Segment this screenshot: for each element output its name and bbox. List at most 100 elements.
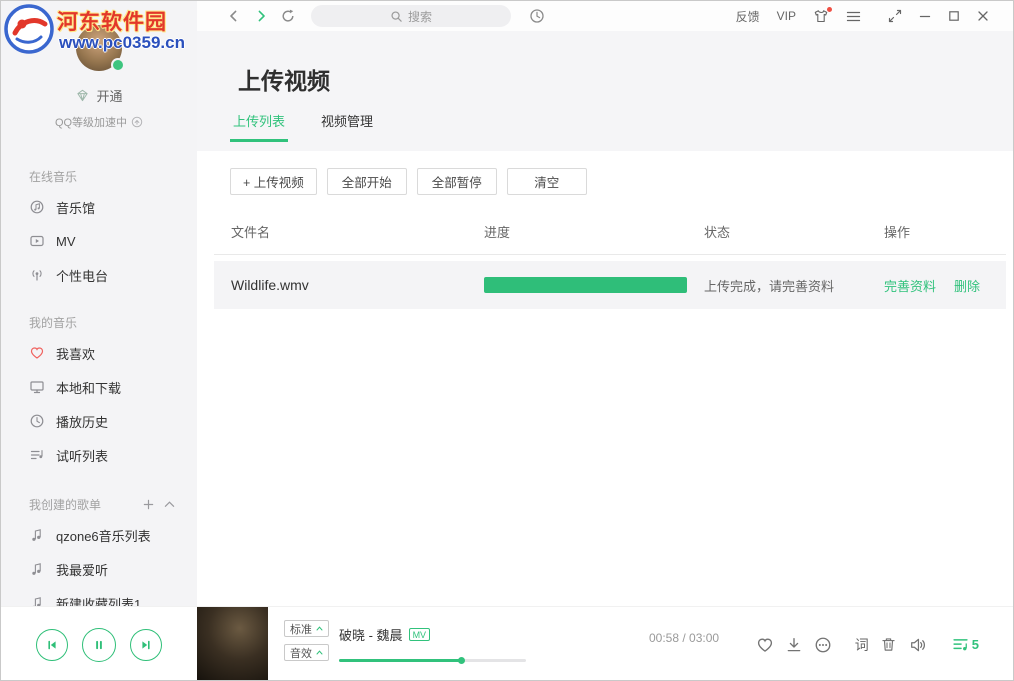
favorite-button[interactable] <box>756 636 774 654</box>
volume-button[interactable] <box>909 636 927 654</box>
upload-progress-bar <box>484 277 687 293</box>
mini-mode-icon <box>888 9 902 23</box>
sidebar-item-personal-radio[interactable]: 个性电台 <box>1 258 197 292</box>
sidebar-item-playlist-favorites[interactable]: 我最爱听 <box>1 552 197 586</box>
start-all-button[interactable]: 全部开始 <box>327 168 407 195</box>
volume-icon <box>909 636 927 654</box>
mini-mode-button[interactable] <box>888 9 902 23</box>
playlist-icon <box>952 636 969 653</box>
listen-history-icon <box>529 8 545 24</box>
back-button[interactable] <box>227 9 241 23</box>
album-art[interactable] <box>197 607 268 681</box>
page-header: 上传视频 上传列表 视频管理 <box>197 31 1014 151</box>
upload-progress-fill <box>484 277 687 293</box>
pause-icon <box>92 638 106 652</box>
sidebar-item-playlist-new-collection[interactable]: 新建收藏列表1 <box>1 586 197 606</box>
section-title: 我的音乐 <box>1 314 197 330</box>
table-row: Wildlife.wmv 上传完成，请完善资料 完善资料 删除 <box>214 261 1006 309</box>
player-icon-group: 词 5 <box>756 607 979 681</box>
main-menu-button[interactable] <box>846 10 861 23</box>
tab-upload-list[interactable]: 上传列表 <box>230 111 288 142</box>
sidebar-item-label: 音乐馆 <box>56 198 95 217</box>
sidebar-item-local-downloads[interactable]: 本地和下载 <box>1 370 197 404</box>
sidebar-item-playlist-qzone6[interactable]: qzone6音乐列表 <box>1 518 197 552</box>
header-filename: 文件名 <box>214 222 484 241</box>
favorite-icon <box>756 636 774 654</box>
section-my-music: 我的音乐 我喜欢 本地和下载 播放历史 <box>1 314 197 472</box>
action-buttons: + 上传视频 全部开始 全部暂停 清空 <box>230 168 1014 195</box>
pause-button[interactable] <box>82 628 116 662</box>
radio-icon <box>29 267 45 283</box>
section-online-music: 在线音乐 音乐馆 MV <box>1 168 197 292</box>
vip-button[interactable]: VIP <box>777 9 796 23</box>
close-button[interactable] <box>977 10 989 22</box>
nav-buttons <box>227 9 295 23</box>
previous-track-button[interactable] <box>36 629 68 661</box>
now-playing: 破晓 - 魏晨 MV <box>339 625 430 644</box>
download-button[interactable] <box>785 636 803 654</box>
sidebar-item-label: 试听列表 <box>56 446 108 465</box>
level-accelerate-icon <box>131 116 143 128</box>
table-header: 文件名 进度 状态 操作 <box>214 209 1006 255</box>
maximize-button[interactable] <box>948 10 960 22</box>
qq-level-row[interactable]: QQ等级加速中 <box>1 114 197 130</box>
add-playlist-icon[interactable] <box>143 499 154 510</box>
section-title: 在线音乐 <box>1 168 197 184</box>
delete-link[interactable]: 删除 <box>954 276 980 295</box>
search-input[interactable]: 搜索 <box>311 5 511 27</box>
sidebar-item-my-favorites[interactable]: 我喜欢 <box>1 336 197 370</box>
complete-info-link[interactable]: 完善资料 <box>884 276 936 295</box>
time-display: 00:58 / 03:00 <box>649 631 719 645</box>
back-icon <box>227 9 241 23</box>
tabs: 上传列表 视频管理 <box>230 111 376 142</box>
upload-content: + 上传视频 全部开始 全部暂停 清空 文件名 进度 状态 操作 Wildlif… <box>197 151 1014 606</box>
sidebar-item-mv[interactable]: MV <box>1 224 197 258</box>
listen-history-button[interactable] <box>529 8 545 24</box>
qq-level-label: QQ等级加速中 <box>55 114 127 130</box>
sound-effect-select[interactable]: 音效 <box>284 644 329 661</box>
sidebar-item-play-history[interactable]: 播放历史 <box>1 404 197 438</box>
notification-dot <box>827 7 832 12</box>
transport-controls <box>1 606 197 681</box>
seek-knob[interactable] <box>458 657 465 664</box>
track-title[interactable]: 破晓 - 魏晨 <box>339 625 403 644</box>
minimize-icon <box>919 10 931 22</box>
sidebar-item-label: MV <box>56 234 76 249</box>
playlist-button[interactable]: 5 <box>952 636 979 653</box>
open-vip-button[interactable]: 开通 <box>1 86 197 105</box>
skin-button[interactable] <box>813 9 829 24</box>
section-title: 我创建的歌单 <box>29 496 101 513</box>
seek-fill <box>339 659 462 662</box>
collapse-playlists-icon[interactable] <box>164 500 175 508</box>
forward-icon <box>254 9 268 23</box>
feedback-button[interactable]: 反馈 <box>736 8 760 25</box>
lyrics-button[interactable]: 词 <box>855 635 869 655</box>
pause-all-button[interactable]: 全部暂停 <box>417 168 497 195</box>
next-track-button[interactable] <box>130 629 162 661</box>
note-icon <box>29 527 45 543</box>
avatar-status-badge <box>111 58 125 72</box>
sidebar-item-audition-list[interactable]: 试听列表 <box>1 438 197 472</box>
sidebar-item-label: 我最爱听 <box>56 560 108 579</box>
quality-select[interactable]: 标准 <box>284 620 329 637</box>
seek-bar[interactable] <box>339 659 526 662</box>
quality-controls: 标准 音效 <box>284 620 329 661</box>
note-icon <box>29 561 45 577</box>
delete-track-button[interactable] <box>880 636 897 653</box>
search-icon <box>390 10 403 23</box>
more-options-button[interactable] <box>814 636 832 654</box>
sound-effect-label: 音效 <box>290 645 312 661</box>
tab-video-management[interactable]: 视频管理 <box>318 111 376 142</box>
forward-button[interactable] <box>254 9 268 23</box>
chevron-up-icon <box>316 650 323 655</box>
search-placeholder: 搜索 <box>408 8 432 25</box>
header-operation: 操作 <box>884 222 1006 241</box>
refresh-button[interactable] <box>281 9 295 23</box>
clear-button[interactable]: 清空 <box>507 168 587 195</box>
music-hall-icon <box>29 199 45 215</box>
minimize-button[interactable] <box>919 10 931 22</box>
page-title: 上传视频 <box>238 62 330 96</box>
mv-badge[interactable]: MV <box>409 628 431 641</box>
sidebar-item-music-hall[interactable]: 音乐馆 <box>1 190 197 224</box>
upload-video-button[interactable]: + 上传视频 <box>230 168 317 195</box>
